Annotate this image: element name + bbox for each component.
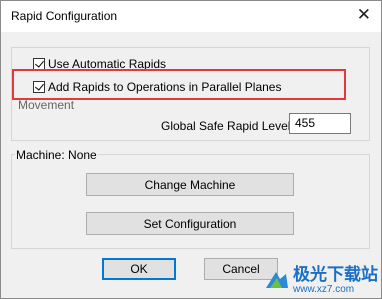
window-title: Rapid Configuration: [11, 9, 118, 23]
safe-rapid-level-input[interactable]: 455: [289, 113, 351, 134]
title-bar: Rapid Configuration ✕: [1, 1, 381, 32]
highlight-box: [12, 69, 346, 100]
safe-rapid-level-label: Global Safe Rapid Level: [161, 119, 291, 133]
ok-button[interactable]: OK: [102, 258, 176, 280]
watermark-url: www.xz7.com: [293, 284, 355, 295]
movement-group-label: Movement: [17, 98, 76, 112]
close-icon[interactable]: ✕: [357, 5, 371, 25]
change-machine-button[interactable]: Change Machine: [86, 173, 294, 196]
watermark-text: 极光下载站: [293, 265, 378, 284]
set-configuration-button[interactable]: Set Configuration: [86, 212, 294, 235]
machine-group-label: Machine: None: [15, 148, 98, 162]
watermark: 极光下载站 www.xz7.com: [264, 266, 378, 295]
rapid-configuration-dialog: Rapid Configuration ✕ Use Automatic Rapi…: [0, 0, 382, 299]
watermark-logo-icon: [264, 270, 290, 292]
